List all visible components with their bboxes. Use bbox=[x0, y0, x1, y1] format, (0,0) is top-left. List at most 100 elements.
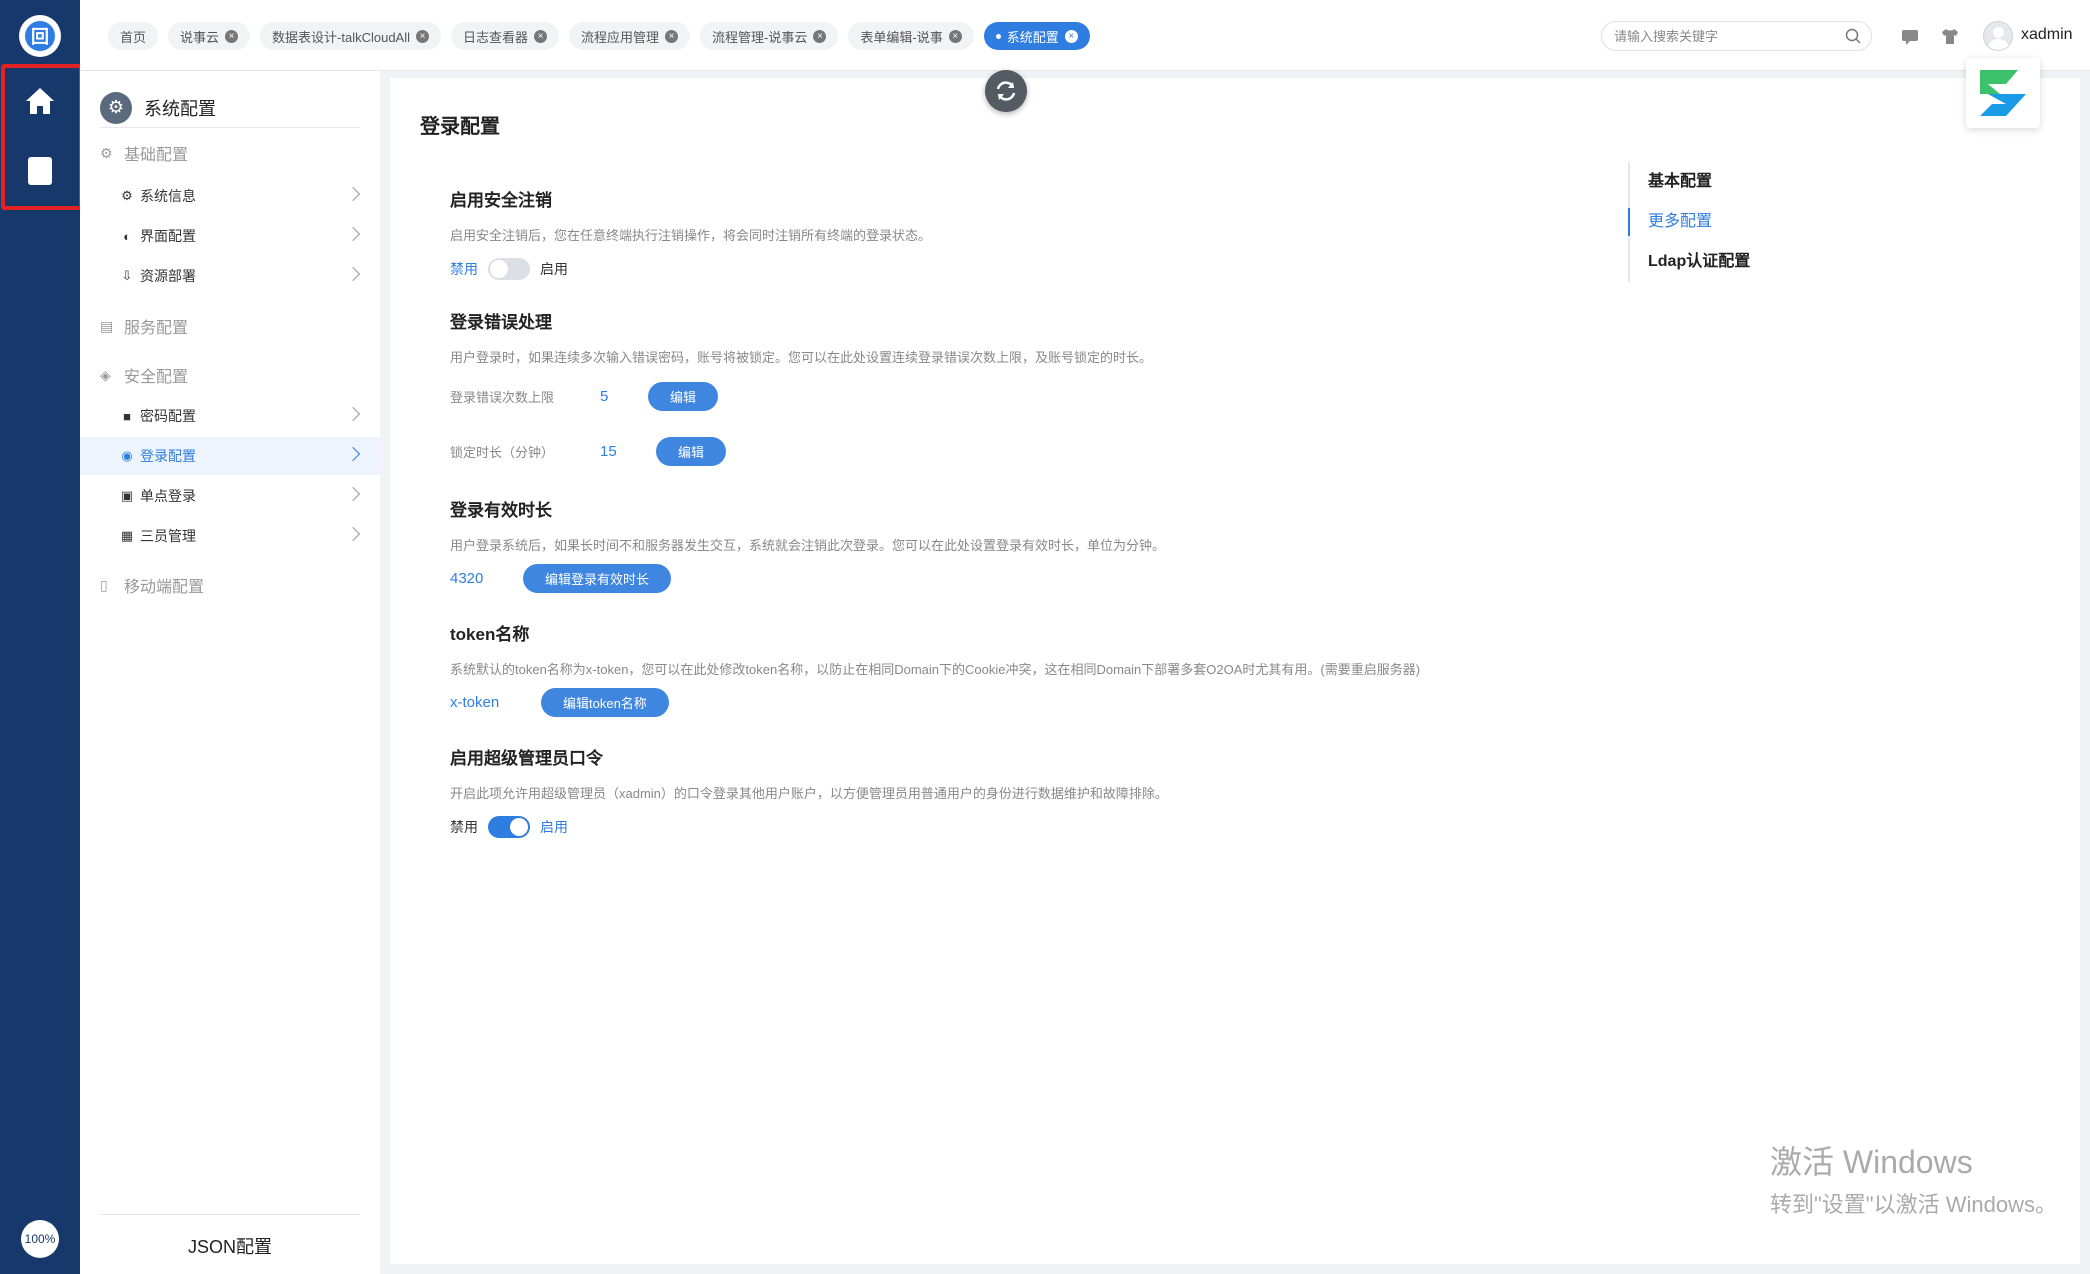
search-icon[interactable] bbox=[1845, 28, 1861, 44]
tab-process-manage[interactable]: 流程管理-说事云 × bbox=[700, 22, 839, 50]
section-desc: 用户登录时，如果连续多次输入错误密码，账号将被锁定。您可以在此处设置连续登录错误… bbox=[450, 350, 1153, 365]
tab-process-app[interactable]: 流程应用管理 × bbox=[569, 22, 691, 50]
main-panel: 登录配置 启用安全注销 启用安全注销后，您在任意终端执行注销操作，将会同时注销所… bbox=[390, 78, 2080, 1264]
tab-bar: 首页 说事云 × 数据表设计-talkCloudAll × 日志查看器 × 流程应用管… bbox=[108, 22, 1090, 50]
search-box bbox=[1601, 21, 1872, 51]
section-token: token名称 系统默认的token名称为x-token，您可以在此处修改tok… bbox=[450, 620, 1420, 717]
switch-off-label[interactable]: 禁用 bbox=[450, 259, 478, 279]
menu-item-ui[interactable]: ◐ 界面配置 bbox=[80, 217, 380, 255]
chevron-right-icon bbox=[345, 526, 361, 542]
avatar[interactable] bbox=[1983, 21, 2013, 51]
section-desc: 启用安全注销后，您在任意终端执行注销操作，将会同时注销所有终端的登录状态。 bbox=[450, 228, 932, 243]
brand-logo-icon[interactable] bbox=[1966, 58, 2040, 128]
app-logo[interactable]: 回 bbox=[19, 15, 61, 57]
token-value: x-token bbox=[450, 694, 500, 711]
menu-item-password[interactable]: ■ 密码配置 bbox=[80, 397, 380, 435]
close-icon[interactable]: × bbox=[225, 29, 239, 43]
chevron-right-icon bbox=[345, 186, 361, 202]
safe-logout-toggle[interactable] bbox=[488, 258, 530, 280]
search-input[interactable] bbox=[1614, 22, 1834, 50]
section-desc: 开启此项允许用超级管理员（xadmin）的口令登录其他用户账户，以方便管理员用普… bbox=[450, 786, 1168, 801]
close-icon[interactable]: × bbox=[534, 29, 548, 43]
close-icon[interactable]: × bbox=[1064, 29, 1078, 43]
menu-item-three-admins[interactable]: ▦ 三员管理 bbox=[80, 517, 380, 555]
section-session: 登录有效时长 用户登录系统后，如果长时间不和服务器发生交互，系统就会注销此次登录… bbox=[450, 496, 1165, 593]
section-title: token名称 bbox=[450, 625, 530, 644]
tab-talkcloud[interactable]: 说事云 × bbox=[168, 22, 251, 50]
switch-on-label[interactable]: 启用 bbox=[540, 259, 568, 279]
anchor-more-config[interactable]: 更多配置 bbox=[1627, 202, 1750, 242]
skin-icon[interactable] bbox=[1940, 26, 1960, 46]
active-dot bbox=[995, 33, 1001, 39]
anchor-ldap-config[interactable]: Ldap认证配置 bbox=[1648, 242, 1750, 282]
group-mobile[interactable]: ▯ 移动端配置 bbox=[100, 573, 204, 597]
list-icon: ▦ bbox=[120, 528, 134, 543]
refresh-icon[interactable] bbox=[985, 70, 1027, 112]
section-login-error: 登录错误处理 用户登录时，如果连续多次输入错误密码，账号将被锁定。您可以在此处设… bbox=[450, 308, 1152, 466]
tab-form-edit[interactable]: 表单编辑-说事 × bbox=[848, 22, 974, 50]
group-service[interactable]: ▤ 服务配置 bbox=[100, 314, 188, 338]
close-icon[interactable]: × bbox=[948, 29, 962, 43]
gear-icon: ⚙ bbox=[100, 145, 113, 161]
toggle-knob bbox=[490, 260, 508, 278]
lock-duration-label: 锁定时长（分钟） bbox=[450, 445, 555, 460]
toggle-knob bbox=[510, 818, 528, 836]
switch-on-label[interactable]: 启用 bbox=[540, 817, 568, 837]
gear-icon: ⚙ bbox=[121, 188, 133, 203]
tab-log-viewer[interactable]: 日志查看器 × bbox=[451, 22, 560, 50]
menu-item-sysinfo[interactable]: ⚙ 系统信息 bbox=[80, 177, 380, 215]
chevron-right-icon bbox=[345, 266, 361, 282]
gear-icon: ⚙ bbox=[100, 91, 132, 124]
json-config-link[interactable]: JSON配置 bbox=[100, 1214, 360, 1259]
home-icon[interactable] bbox=[24, 86, 56, 116]
service-icon: ▤ bbox=[100, 318, 114, 334]
section-title: 登录错误处理 bbox=[450, 313, 552, 332]
error-limit-value: 5 bbox=[600, 388, 609, 405]
chevron-right-icon bbox=[345, 226, 361, 242]
tab-system-config[interactable]: 系统配置 × bbox=[983, 22, 1090, 50]
menu-item-deploy[interactable]: ⇩ 资源部署 bbox=[80, 257, 380, 295]
section-desc: 系统默认的token名称为x-token，您可以在此处修改token名称，以防止… bbox=[450, 662, 1421, 677]
config-menu: ⚙ 系统配置 ⚙ 基础配置 ⚙ 系统信息 ◐ 界面配置 ⇩ 资源部署 ▤ 服务配置 ◈ 安全… bbox=[80, 71, 380, 1274]
menu-title: 系统配置 bbox=[144, 98, 216, 119]
deploy-icon: ⇩ bbox=[121, 268, 133, 283]
menu-item-login[interactable]: ◉ 登录配置 bbox=[80, 437, 380, 475]
edit-error-limit-button[interactable]: 编辑 bbox=[648, 382, 719, 411]
chevron-right-icon bbox=[345, 486, 361, 502]
section-title: 启用超级管理员口令 bbox=[450, 749, 603, 768]
windows-watermark: 激活 Windows 转到"设置"以激活 Windows。 bbox=[1770, 1144, 2057, 1217]
sso-icon: ▣ bbox=[120, 488, 134, 503]
palette-icon: ◐ bbox=[123, 228, 131, 244]
lock-duration-value: 15 bbox=[600, 443, 617, 460]
top-bar: 首页 说事云 × 数据表设计-talkCloudAll × 日志查看器 × 流程应用管… bbox=[80, 0, 2090, 71]
user-name[interactable]: xadmin bbox=[2021, 26, 2073, 44]
close-icon[interactable]: × bbox=[665, 29, 679, 43]
chevron-right-icon bbox=[345, 406, 361, 422]
edit-session-button[interactable]: 编辑登录有效时长 bbox=[523, 564, 672, 593]
edit-lock-duration-button[interactable]: 编辑 bbox=[656, 437, 727, 466]
edit-token-button[interactable]: 编辑token名称 bbox=[541, 688, 669, 717]
error-limit-label: 登录错误次数上限 bbox=[450, 390, 555, 405]
logo-icon: 回 bbox=[25, 21, 55, 51]
close-icon[interactable]: × bbox=[813, 29, 827, 43]
group-basic[interactable]: ⚙ 基础配置 bbox=[100, 141, 188, 165]
menu-item-sso[interactable]: ▣ 单点登录 bbox=[80, 477, 380, 515]
shield-icon: ◈ bbox=[100, 367, 111, 383]
menu-header: ⚙ 系统配置 bbox=[100, 88, 360, 128]
close-icon[interactable]: × bbox=[416, 29, 430, 43]
anchor-nav: 基本配置 更多配置 Ldap认证配置 bbox=[1627, 162, 1750, 282]
document-icon[interactable] bbox=[28, 157, 52, 185]
session-value: 4320 bbox=[450, 570, 484, 587]
zoom-indicator[interactable]: 100% bbox=[21, 1220, 59, 1258]
section-desc: 用户登录系统后，如果长时间不和服务器发生交互，系统就会注销此次登录。您可以在此处… bbox=[450, 538, 1166, 553]
lock-icon: ■ bbox=[123, 408, 131, 424]
switch-off-label[interactable]: 禁用 bbox=[450, 817, 478, 837]
super-admin-toggle[interactable] bbox=[488, 816, 530, 838]
mobile-icon: ▯ bbox=[100, 577, 108, 593]
tab-home[interactable]: 首页 bbox=[108, 22, 159, 50]
group-security[interactable]: ◈ 安全配置 bbox=[100, 363, 188, 387]
message-icon[interactable] bbox=[1900, 26, 1920, 46]
tab-table-design[interactable]: 数据表设计-talkCloudAll × bbox=[260, 22, 442, 50]
section-safe-logout: 启用安全注销 启用安全注销后，您在任意终端执行注销操作，将会同时注销所有终端的登… bbox=[450, 186, 931, 280]
anchor-basic-config[interactable]: 基本配置 bbox=[1648, 162, 1750, 202]
